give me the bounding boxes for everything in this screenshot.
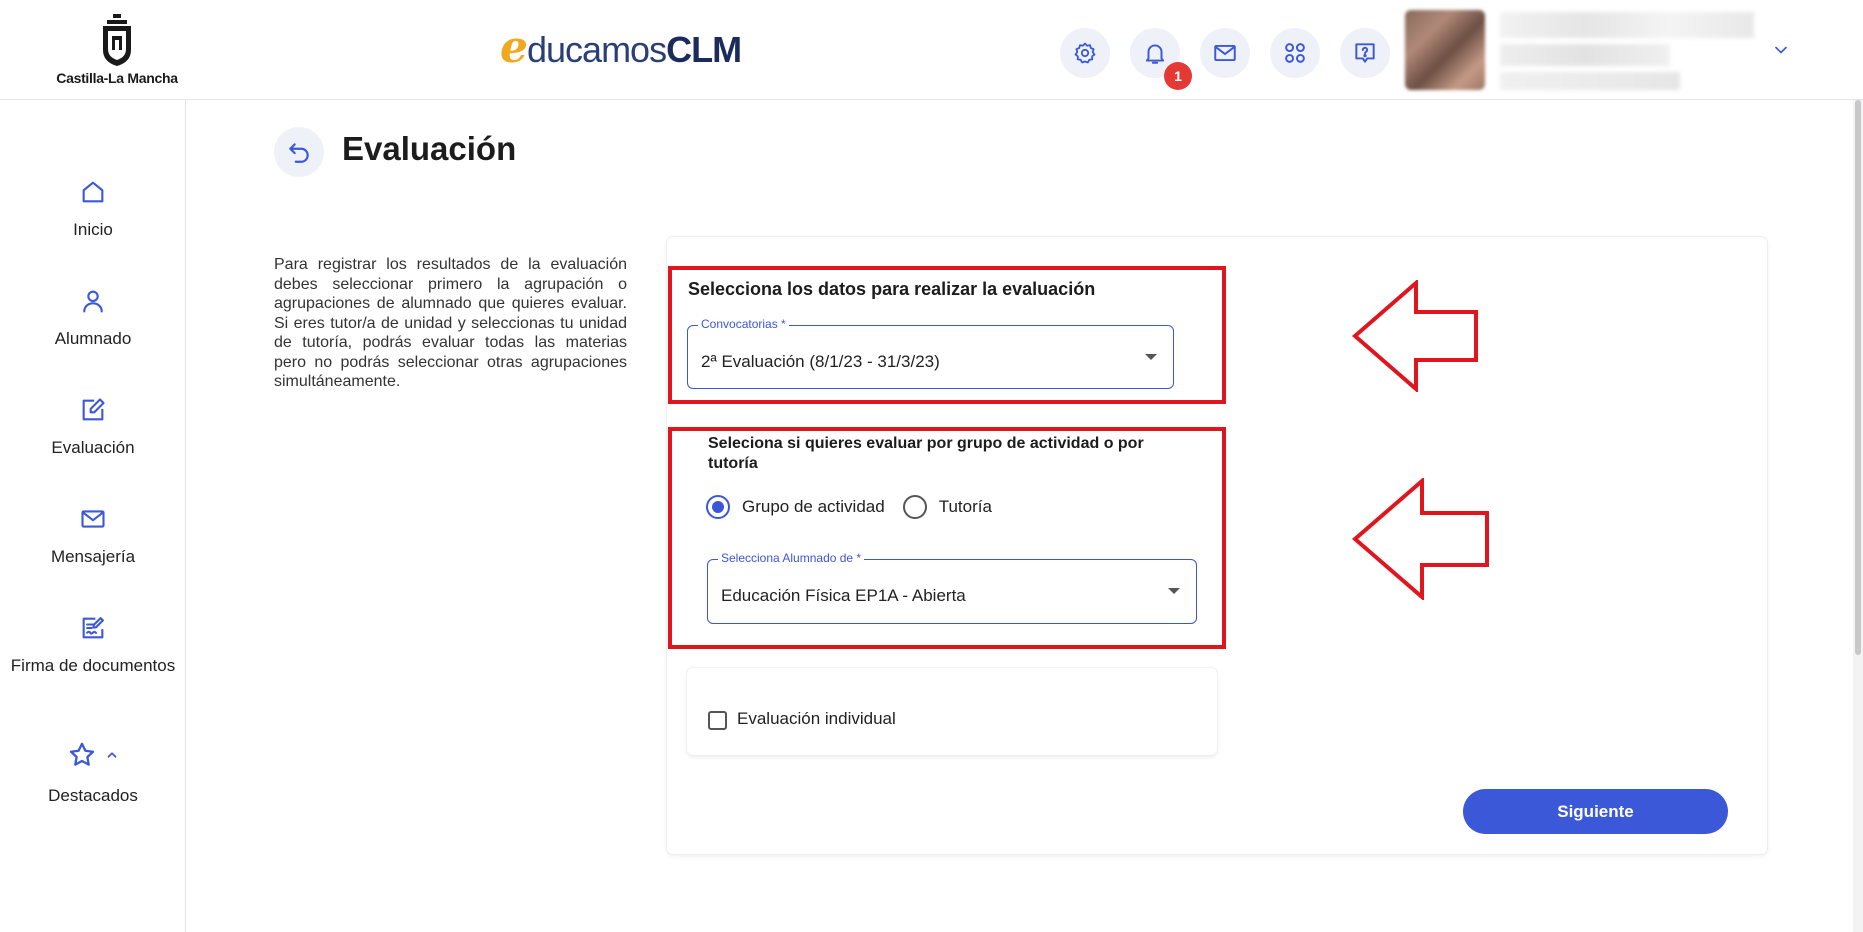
back-button[interactable] [274, 127, 324, 177]
user-avatar[interactable] [1405, 10, 1485, 90]
top-header: Castilla-La Mancha educamosCLM 1 [0, 0, 1863, 100]
sidebar-item-label: Mensajería [50, 547, 136, 566]
star-icon [69, 742, 95, 766]
sidebar-item-evaluacion[interactable]: Evaluación [0, 396, 186, 458]
individual-evaluation-card: Evaluación individual [687, 668, 1217, 755]
user-name-blurred [1500, 12, 1754, 38]
sidebar-item-alumnado[interactable]: Alumnado [0, 287, 186, 349]
sidebar-item-label: Evaluación [51, 438, 135, 457]
apps-icon [1285, 43, 1305, 63]
page-title: Evaluación [342, 130, 517, 167]
next-button[interactable]: Siguiente [1463, 789, 1728, 834]
sidebar-item-inicio[interactable]: Inicio [0, 178, 186, 240]
notification-badge: 1 [1164, 62, 1192, 90]
educamos-clm-logo[interactable]: educamosCLM [500, 22, 742, 73]
castilla-la-mancha-logo[interactable]: Castilla-La Mancha [55, 14, 179, 86]
red-arrow-icon [1352, 478, 1489, 600]
chevron-up-icon [107, 752, 117, 758]
region-logo-text: Castilla-La Mancha [56, 70, 178, 86]
sidebar-favorites-label: Destacados [48, 786, 138, 805]
highlight-box-convocatorias [668, 266, 1226, 404]
brand-e: e [500, 22, 528, 73]
red-arrow-icon [1352, 280, 1478, 392]
apps-button[interactable] [1270, 28, 1320, 78]
home-icon [82, 181, 104, 203]
sign-document-icon [82, 617, 104, 639]
sidebar-item-label: Inicio [73, 220, 113, 239]
settings-button[interactable] [1060, 28, 1110, 78]
undo-arrow-icon [289, 143, 309, 163]
edit-icon [82, 398, 105, 421]
help-icon [1355, 43, 1375, 63]
page-scrollbar-thumb[interactable] [1855, 100, 1861, 655]
brand-mid: ducamos [527, 29, 667, 70]
help-button[interactable] [1340, 28, 1390, 78]
settings-icon [1074, 42, 1096, 64]
mail-icon [81, 510, 105, 528]
crest-icon [103, 14, 131, 66]
user-role-blurred [1500, 72, 1680, 90]
user-icon [83, 290, 103, 313]
highlight-box-mode [668, 427, 1226, 649]
user-info-blurred [1500, 44, 1670, 66]
sidebar-item-label: Firma de documentos [10, 656, 176, 675]
individual-evaluation-checkbox[interactable] [708, 711, 727, 730]
brand-suffix: CLM [666, 29, 742, 70]
intro-text: Para registrar los resultados de la eval… [274, 256, 627, 390]
sidebar-item-mensajeria[interactable]: Mensajería [0, 505, 186, 567]
sidebar-item-firma-documentos[interactable]: Firma de documentos [0, 614, 186, 676]
messages-button[interactable] [1200, 28, 1250, 78]
mail-icon [1214, 44, 1236, 62]
user-menu-toggle[interactable] [1771, 40, 1791, 65]
sidebar: Inicio Alumnado Evaluación Mensajería Fi… [0, 100, 186, 932]
sidebar-favorites-toggle[interactable]: Destacados [0, 740, 186, 806]
sidebar-item-label: Alumnado [54, 329, 132, 348]
individual-evaluation-label[interactable]: Evaluación individual [737, 709, 896, 729]
bell-icon [1145, 44, 1165, 64]
chevron-down-icon [1775, 46, 1787, 54]
